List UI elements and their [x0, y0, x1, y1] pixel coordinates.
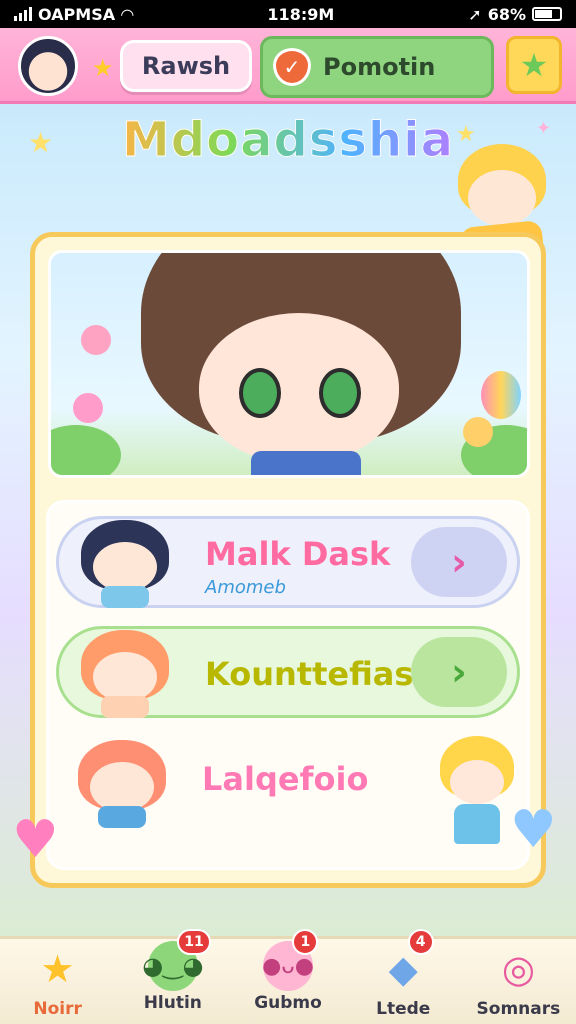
wifi-icon: ◠ [121, 4, 134, 24]
list-item-kounttefias[interactable]: Kounttefias › [56, 626, 520, 718]
chevron-right-icon[interactable]: › [411, 527, 507, 597]
heart-icon: ♥ [510, 800, 557, 860]
star-icon: ★ [40, 947, 75, 991]
orange-haired-avatar [75, 624, 175, 720]
nav-label: Hlutin [143, 993, 202, 1013]
flower-decoration [463, 417, 493, 447]
status-bar: OAPMSA ◠ 118:9M ➚ 68% [0, 0, 576, 28]
nav-label: Noirr [33, 999, 82, 1019]
flower-decoration [81, 325, 111, 355]
flower-decoration [73, 393, 103, 423]
pomotin-button[interactable]: ✓ Pomotin [260, 36, 494, 98]
list-item-title: Lalqefoio [202, 760, 369, 798]
nav-item-home[interactable]: ★ Noirr [0, 939, 115, 1024]
star-icon: ★ [519, 46, 549, 84]
nav-label: Ltede [376, 999, 431, 1019]
brown-haired-girl-character [141, 253, 461, 475]
battery-percent: 68% [487, 4, 526, 24]
top-header: ★ Rawsh ✓ Pomotin ★ [0, 28, 576, 104]
location-icon: ➚ [468, 4, 482, 24]
pink-cat-ear-avatar [72, 734, 172, 830]
user-avatar[interactable] [18, 36, 78, 96]
rawsh-button[interactable]: Rawsh [120, 40, 252, 92]
nav-label: Somnars [476, 999, 561, 1019]
notification-badge: 11 [177, 929, 211, 955]
favorites-star-button[interactable]: ★ [506, 36, 562, 94]
list-item-title: Malk Dask [205, 535, 391, 573]
heart-icon: ♥ [12, 810, 59, 870]
blonde-girl-character [436, 736, 518, 848]
star-icon: ★ [92, 54, 114, 82]
notification-badge: 1 [292, 929, 319, 955]
carrier-name: OAPMSA [38, 4, 116, 24]
notification-badge: 4 [407, 929, 434, 955]
bottom-navigation: ★ Noirr ◕‿◕ 11 Hlutin ●ᴗ● 1 Gubmo ◆ 4 Lt… [0, 929, 576, 1024]
nav-label: Gubmo [254, 993, 322, 1013]
nav-item-ltede[interactable]: ◆ 4 Ltede [346, 929, 461, 1024]
target-icon: ◎ [501, 947, 535, 991]
clock: 118:9M [267, 4, 335, 24]
navy-cat-ear-avatar [75, 514, 175, 610]
signal-icon [14, 7, 32, 21]
nav-item-gubmo[interactable]: ●ᴗ● 1 Gubmo [230, 929, 345, 1024]
pomotin-label: Pomotin [323, 53, 436, 81]
hero-illustration [48, 250, 530, 478]
battery-icon [531, 7, 562, 21]
nav-item-hlutin[interactable]: ◕‿◕ 11 Hlutin [115, 929, 230, 1024]
balloon-decoration [481, 371, 521, 419]
bush-decoration [51, 425, 121, 475]
nav-item-somnars[interactable]: ◎ Somnars [461, 939, 576, 1024]
list-item-malk-dask[interactable]: Malk Dask Amomeb › [56, 516, 520, 608]
list-item-subtitle: Amomeb [205, 577, 286, 598]
check-shield-icon: ✓ [273, 48, 311, 86]
list-item-title: Kounttefias [205, 655, 414, 693]
chevron-right-icon[interactable]: › [411, 637, 507, 707]
